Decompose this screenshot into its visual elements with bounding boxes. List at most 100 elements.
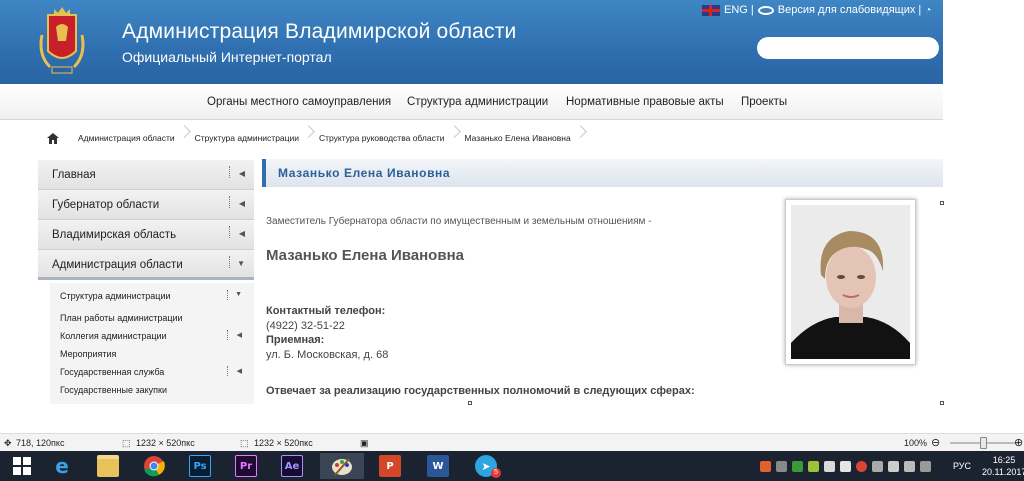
- zoom-slider-thumb[interactable]: [980, 437, 987, 449]
- input-language[interactable]: РУС: [953, 461, 971, 471]
- taskbar-file-explorer[interactable]: [86, 453, 130, 479]
- breadcrumb-current: Мазанько Елена Ивановна: [455, 133, 581, 143]
- nav-item-legal-acts[interactable]: Нормативные правовые акты: [566, 96, 724, 108]
- divider: [229, 226, 230, 238]
- web-page: Администрация Владимирской области Офици…: [0, 0, 943, 404]
- internet-explorer-icon: e: [55, 454, 69, 478]
- coat-of-arms-icon[interactable]: [38, 5, 86, 77]
- submenu-item-label: Государственные закупки: [60, 385, 167, 395]
- cursor-position: 718, 120пкс: [16, 438, 65, 448]
- top-links: ENG | Версия для слабовидящих | ◔: [702, 4, 931, 16]
- selection-size: 1232 × 520пкс: [136, 438, 195, 448]
- submenu-item[interactable]: Коллегия администрации ◀: [50, 328, 254, 346]
- caret-left-icon[interactable]: ◀: [237, 331, 242, 339]
- resize-handle[interactable]: [940, 401, 944, 405]
- nav-item-projects[interactable]: Проекты: [741, 96, 787, 108]
- reception-label: Приемная:: [266, 334, 325, 346]
- site-header: Администрация Владимирской области Офици…: [0, 0, 943, 84]
- submenu-item-label: Государственная служба: [60, 367, 165, 377]
- image-size: 1232 × 520пкс: [254, 438, 313, 448]
- breadcrumb-item[interactable]: Структура руководства области: [309, 133, 454, 143]
- rss-icon[interactable]: ◔: [925, 5, 931, 16]
- taskbar-premiere[interactable]: Pr: [224, 453, 268, 479]
- tray-app-icon[interactable]: [760, 460, 771, 472]
- volume-icon[interactable]: [888, 460, 899, 472]
- start-button[interactable]: [0, 453, 44, 479]
- premiere-icon: Pr: [235, 455, 257, 477]
- caret-down-icon[interactable]: ▼: [235, 291, 242, 298]
- divider: [229, 256, 230, 268]
- eye-icon[interactable]: [757, 5, 774, 15]
- position-text: Заместитель Губернатора области по имуще…: [266, 216, 652, 227]
- person-name: Мазанько Елена Ивановна: [266, 247, 464, 264]
- sidebar-item-label: Администрация области: [52, 259, 183, 271]
- tray-app-icon[interactable]: [776, 460, 787, 472]
- sidebar-item-administration[interactable]: Администрация области ▼: [38, 250, 254, 280]
- caret-left-icon[interactable]: ◀: [237, 367, 242, 375]
- sidebar-menu: Главная ◀ Губернатор области ◀ Владимирс…: [38, 160, 254, 404]
- divider: [229, 196, 230, 208]
- resize-handle[interactable]: [940, 201, 944, 205]
- chrome-icon: [144, 456, 165, 477]
- zoom-out-button[interactable]: ⊖: [931, 436, 940, 449]
- breadcrumb-item[interactable]: Администрация области: [68, 133, 185, 143]
- taskbar-photoshop[interactable]: Ps: [178, 453, 222, 479]
- resize-handle[interactable]: [468, 401, 472, 405]
- search-input[interactable]: [757, 37, 939, 59]
- caret-left-icon[interactable]: ◀: [239, 199, 246, 208]
- folder-icon: [97, 455, 119, 477]
- tray-app-icon[interactable]: [792, 460, 803, 472]
- english-link[interactable]: ENG |: [724, 4, 754, 16]
- submenu-item[interactable]: План работы администрации: [50, 310, 254, 328]
- uk-flag-icon[interactable]: [702, 4, 720, 16]
- caret-left-icon[interactable]: ◀: [239, 229, 246, 238]
- submenu-item-label: Структура администрации: [60, 291, 171, 301]
- image-size-icon: ⬚: [240, 438, 249, 448]
- divider: [227, 366, 228, 376]
- submenu-item[interactable]: Мероприятия: [50, 346, 254, 364]
- taskbar-telegram[interactable]: ➤ 5: [464, 453, 508, 479]
- taskbar-chrome[interactable]: [132, 453, 176, 479]
- sidebar-item-region[interactable]: Владимирская область ◀: [38, 220, 254, 250]
- taskbar-powerpoint[interactable]: P: [368, 453, 412, 479]
- taskbar-after-effects[interactable]: Ae: [270, 453, 314, 479]
- taskbar-paint[interactable]: [320, 453, 364, 479]
- flag-icon[interactable]: [840, 460, 851, 472]
- portrait-frame: [785, 199, 916, 365]
- accessibility-link[interactable]: Версия для слабовидящих |: [778, 4, 922, 16]
- taskbar-internet-explorer[interactable]: e: [40, 453, 84, 479]
- gmail-icon[interactable]: [824, 460, 835, 472]
- sidebar-item-main[interactable]: Главная ◀: [38, 160, 254, 190]
- clock-time[interactable]: 16:25: [986, 455, 1022, 465]
- phone-value: (4922) 32-51-22: [266, 320, 345, 332]
- battery-icon[interactable]: [920, 460, 931, 472]
- content-heading-bar: Мазанько Елена Ивановна: [262, 159, 943, 187]
- powerpoint-icon: P: [379, 455, 401, 477]
- zoom-level: 100%: [904, 438, 928, 448]
- chrome-tray-icon[interactable]: [856, 460, 867, 472]
- sidebar-item-governor[interactable]: Губернатор области ◀: [38, 190, 254, 220]
- address-value: ул. Б. Московская, д. 68: [266, 349, 389, 361]
- portrait-photo: [791, 205, 910, 359]
- submenu-item[interactable]: Структура администрации ▼: [50, 288, 254, 306]
- word-icon: W: [427, 455, 449, 477]
- caret-left-icon[interactable]: ◀: [239, 169, 246, 178]
- tray-app-icon[interactable]: [808, 460, 819, 472]
- submenu-item[interactable]: Государственная служба ◀: [50, 364, 254, 382]
- breadcrumb-item[interactable]: Структура администрации: [185, 133, 309, 143]
- main-content: Мазанько Елена Ивановна Заместитель Губе…: [262, 159, 943, 404]
- bluetooth-icon[interactable]: [872, 460, 883, 472]
- zoom-in-button[interactable]: ⊕: [1014, 436, 1023, 449]
- network-icon[interactable]: [904, 460, 915, 472]
- nav-item-administration-structure[interactable]: Структура администрации: [407, 96, 548, 108]
- submenu-item[interactable]: Государственные закупки: [50, 382, 254, 400]
- paint-palette-icon: [332, 458, 352, 476]
- after-effects-icon: Ae: [281, 455, 303, 477]
- photoshop-icon: Ps: [189, 455, 211, 477]
- clock-date[interactable]: 20.11.2017: [982, 467, 1024, 477]
- nav-item-local-government[interactable]: Органы местного самоуправления: [207, 96, 391, 108]
- home-icon[interactable]: [38, 132, 68, 144]
- site-title[interactable]: Администрация Владимирской области: [122, 20, 516, 44]
- caret-down-icon[interactable]: ▼: [237, 259, 246, 268]
- taskbar-word[interactable]: W: [416, 453, 460, 479]
